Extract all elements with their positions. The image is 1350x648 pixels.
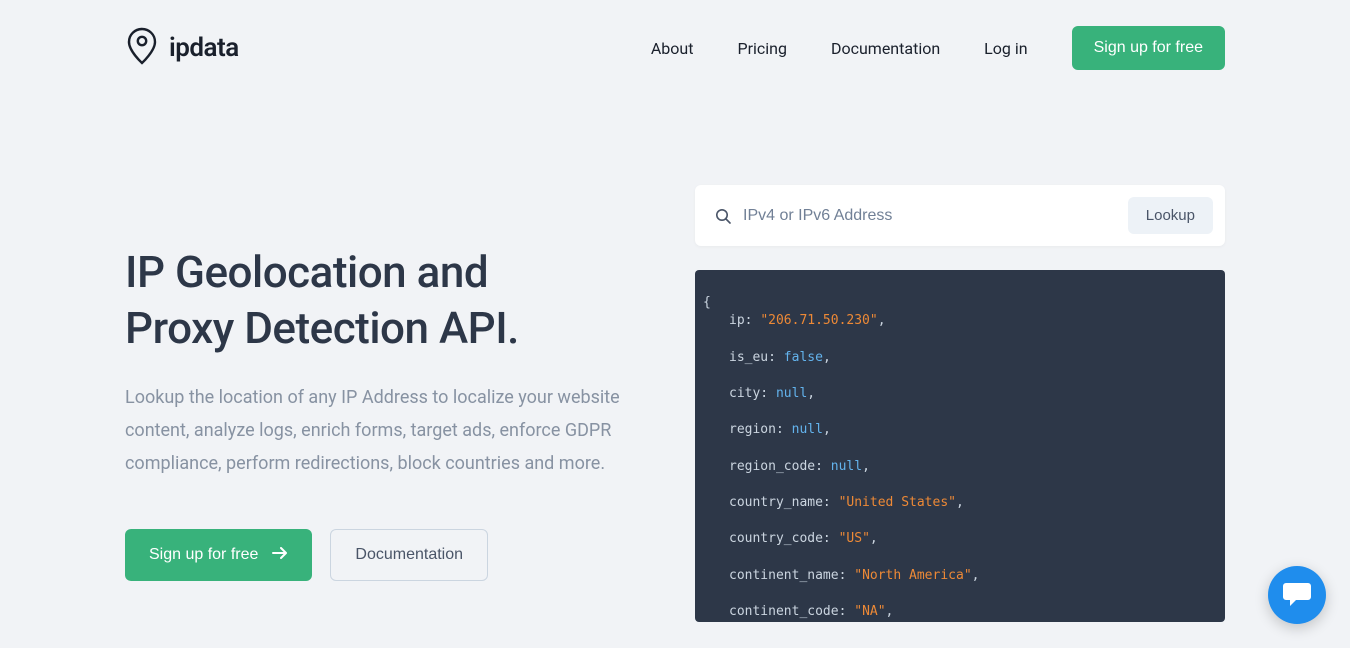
arrow-right-icon <box>272 546 288 564</box>
logo-pin-icon <box>125 27 159 69</box>
signup-button-label: Sign up for free <box>149 546 258 564</box>
chat-icon <box>1282 579 1312 611</box>
hero: IP Geolocation and Proxy Detection API. … <box>125 185 1225 622</box>
nav-pricing[interactable]: Pricing <box>737 39 787 58</box>
hero-title: IP Geolocation and Proxy Detection API. <box>125 245 655 357</box>
hero-subtitle: Lookup the location of any IP Address to… <box>125 381 635 481</box>
nav-links: About Pricing Documentation Log in Sign … <box>651 26 1225 70</box>
hero-title-line2: Proxy Detection API. <box>125 302 519 354</box>
documentation-button[interactable]: Documentation <box>330 529 488 581</box>
brand-name: ipdata <box>169 33 239 63</box>
nav-documentation[interactable]: Documentation <box>831 39 940 58</box>
nav-about[interactable]: About <box>651 39 694 58</box>
ip-search-card: Lookup <box>695 185 1225 246</box>
signup-button[interactable]: Sign up for free <box>125 529 312 581</box>
top-nav: ipdata About Pricing Documentation Log i… <box>125 0 1225 70</box>
ip-search-input[interactable] <box>739 199 1120 233</box>
lookup-button[interactable]: Lookup <box>1128 197 1213 234</box>
api-response-card: { ip: "206.71.50.230", is_eu: false, cit… <box>695 270 1225 622</box>
api-response-json: { ip: "206.71.50.230", is_eu: false, cit… <box>703 294 1207 622</box>
brand[interactable]: ipdata <box>125 27 239 69</box>
nav-signup-button[interactable]: Sign up for free <box>1072 26 1225 70</box>
api-response-scroll[interactable]: { ip: "206.71.50.230", is_eu: false, cit… <box>695 270 1225 622</box>
hero-title-line1: IP Geolocation and <box>125 246 488 298</box>
hero-actions: Sign up for free Documentation <box>125 529 655 581</box>
hero-left: IP Geolocation and Proxy Detection API. … <box>125 185 655 622</box>
hero-right: Lookup { ip: "206.71.50.230", is_eu: fal… <box>695 185 1225 622</box>
nav-login[interactable]: Log in <box>984 39 1027 58</box>
search-icon <box>715 208 731 224</box>
chat-widget-button[interactable] <box>1268 566 1326 624</box>
